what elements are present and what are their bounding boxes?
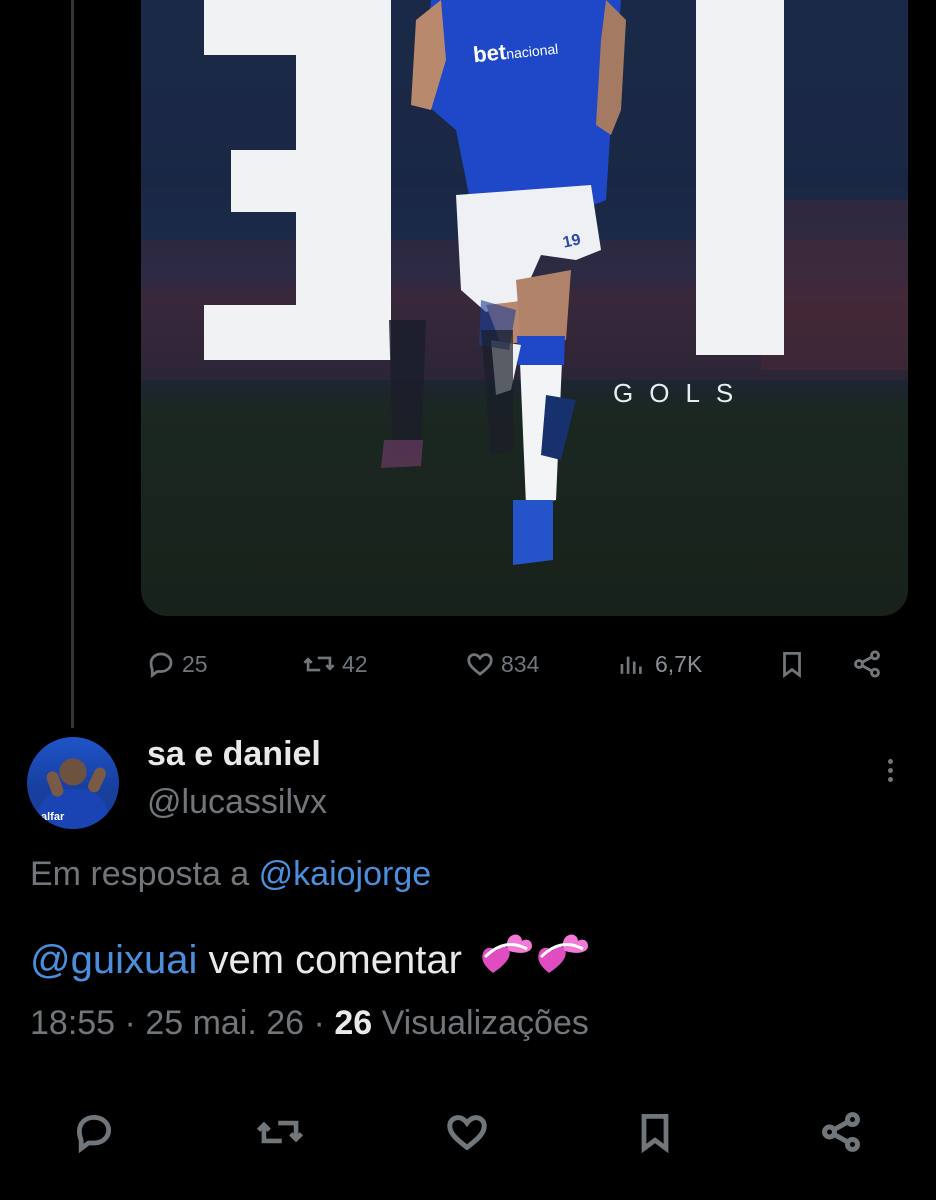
- repost-icon: [256, 1120, 304, 1144]
- more-vertical-icon[interactable]: [878, 756, 902, 788]
- avatar-jersey: [37, 789, 109, 829]
- avatar-hand-right: [86, 765, 108, 795]
- view-label: Visualizações: [381, 1004, 589, 1042]
- thread-connector-line: [71, 0, 74, 728]
- reply-button[interactable]: 25: [146, 640, 208, 688]
- view-count: 26: [334, 1004, 373, 1042]
- revolving-hearts-emoji: [479, 927, 591, 989]
- tweet-time[interactable]: 18:55: [30, 1004, 115, 1042]
- like-button[interactable]: [439, 1104, 495, 1160]
- bookmark-button[interactable]: [777, 640, 807, 688]
- reply-prefix: Em resposta a: [30, 855, 250, 893]
- avatar-jersey-text: alfar: [41, 811, 65, 823]
- bookmark-icon: [641, 1114, 669, 1154]
- share-icon: [854, 650, 880, 678]
- goals-unit-label: GOLS: [613, 378, 750, 408]
- tweet-date[interactable]: 25 mai. 26: [145, 1004, 304, 1042]
- reply-button[interactable]: [66, 1104, 122, 1160]
- bookmark-icon: [783, 652, 801, 678]
- heart-icon: [467, 653, 493, 676]
- views-button[interactable]: 6,7K: [617, 640, 702, 688]
- share-button[interactable]: [813, 1104, 869, 1160]
- share-button[interactable]: [850, 640, 884, 688]
- media-artwork: [141, 0, 908, 565]
- reply-target-link[interactable]: @kaiojorge: [259, 855, 432, 893]
- tweet-body: vem comentar: [208, 938, 462, 982]
- comment-icon: [76, 1114, 112, 1154]
- shorts-number: 19: [561, 231, 583, 252]
- heart-icon: [447, 1115, 487, 1151]
- comment-icon: [149, 652, 173, 678]
- avatar-hand-left: [44, 769, 66, 799]
- bookmark-button[interactable]: [627, 1104, 683, 1160]
- share-icon: [822, 1112, 860, 1152]
- reply-action-bar: [0, 1104, 936, 1160]
- user-handle[interactable]: @lucassilvx: [147, 783, 327, 822]
- repost-button[interactable]: [252, 1104, 308, 1160]
- like-button[interactable]: 834: [465, 640, 539, 688]
- display-name[interactable]: sa e daniel: [147, 735, 321, 774]
- mention-link[interactable]: @guixuai: [30, 938, 197, 982]
- reply-context: Em resposta a @kaiojorge: [30, 855, 431, 894]
- analytics-icon: [620, 656, 642, 674]
- repost-icon: [303, 656, 335, 672]
- repost-button[interactable]: 42: [302, 640, 368, 688]
- avatar[interactable]: alfar: [27, 737, 119, 829]
- tweet-media-image[interactable]: betnacional 19 GOLS: [141, 0, 908, 616]
- tweet-metadata: 18:55 · 25 mai. 26 · 26 Visualizações: [30, 1004, 589, 1042]
- tweet-text: @guixuai vem comentar: [30, 927, 591, 989]
